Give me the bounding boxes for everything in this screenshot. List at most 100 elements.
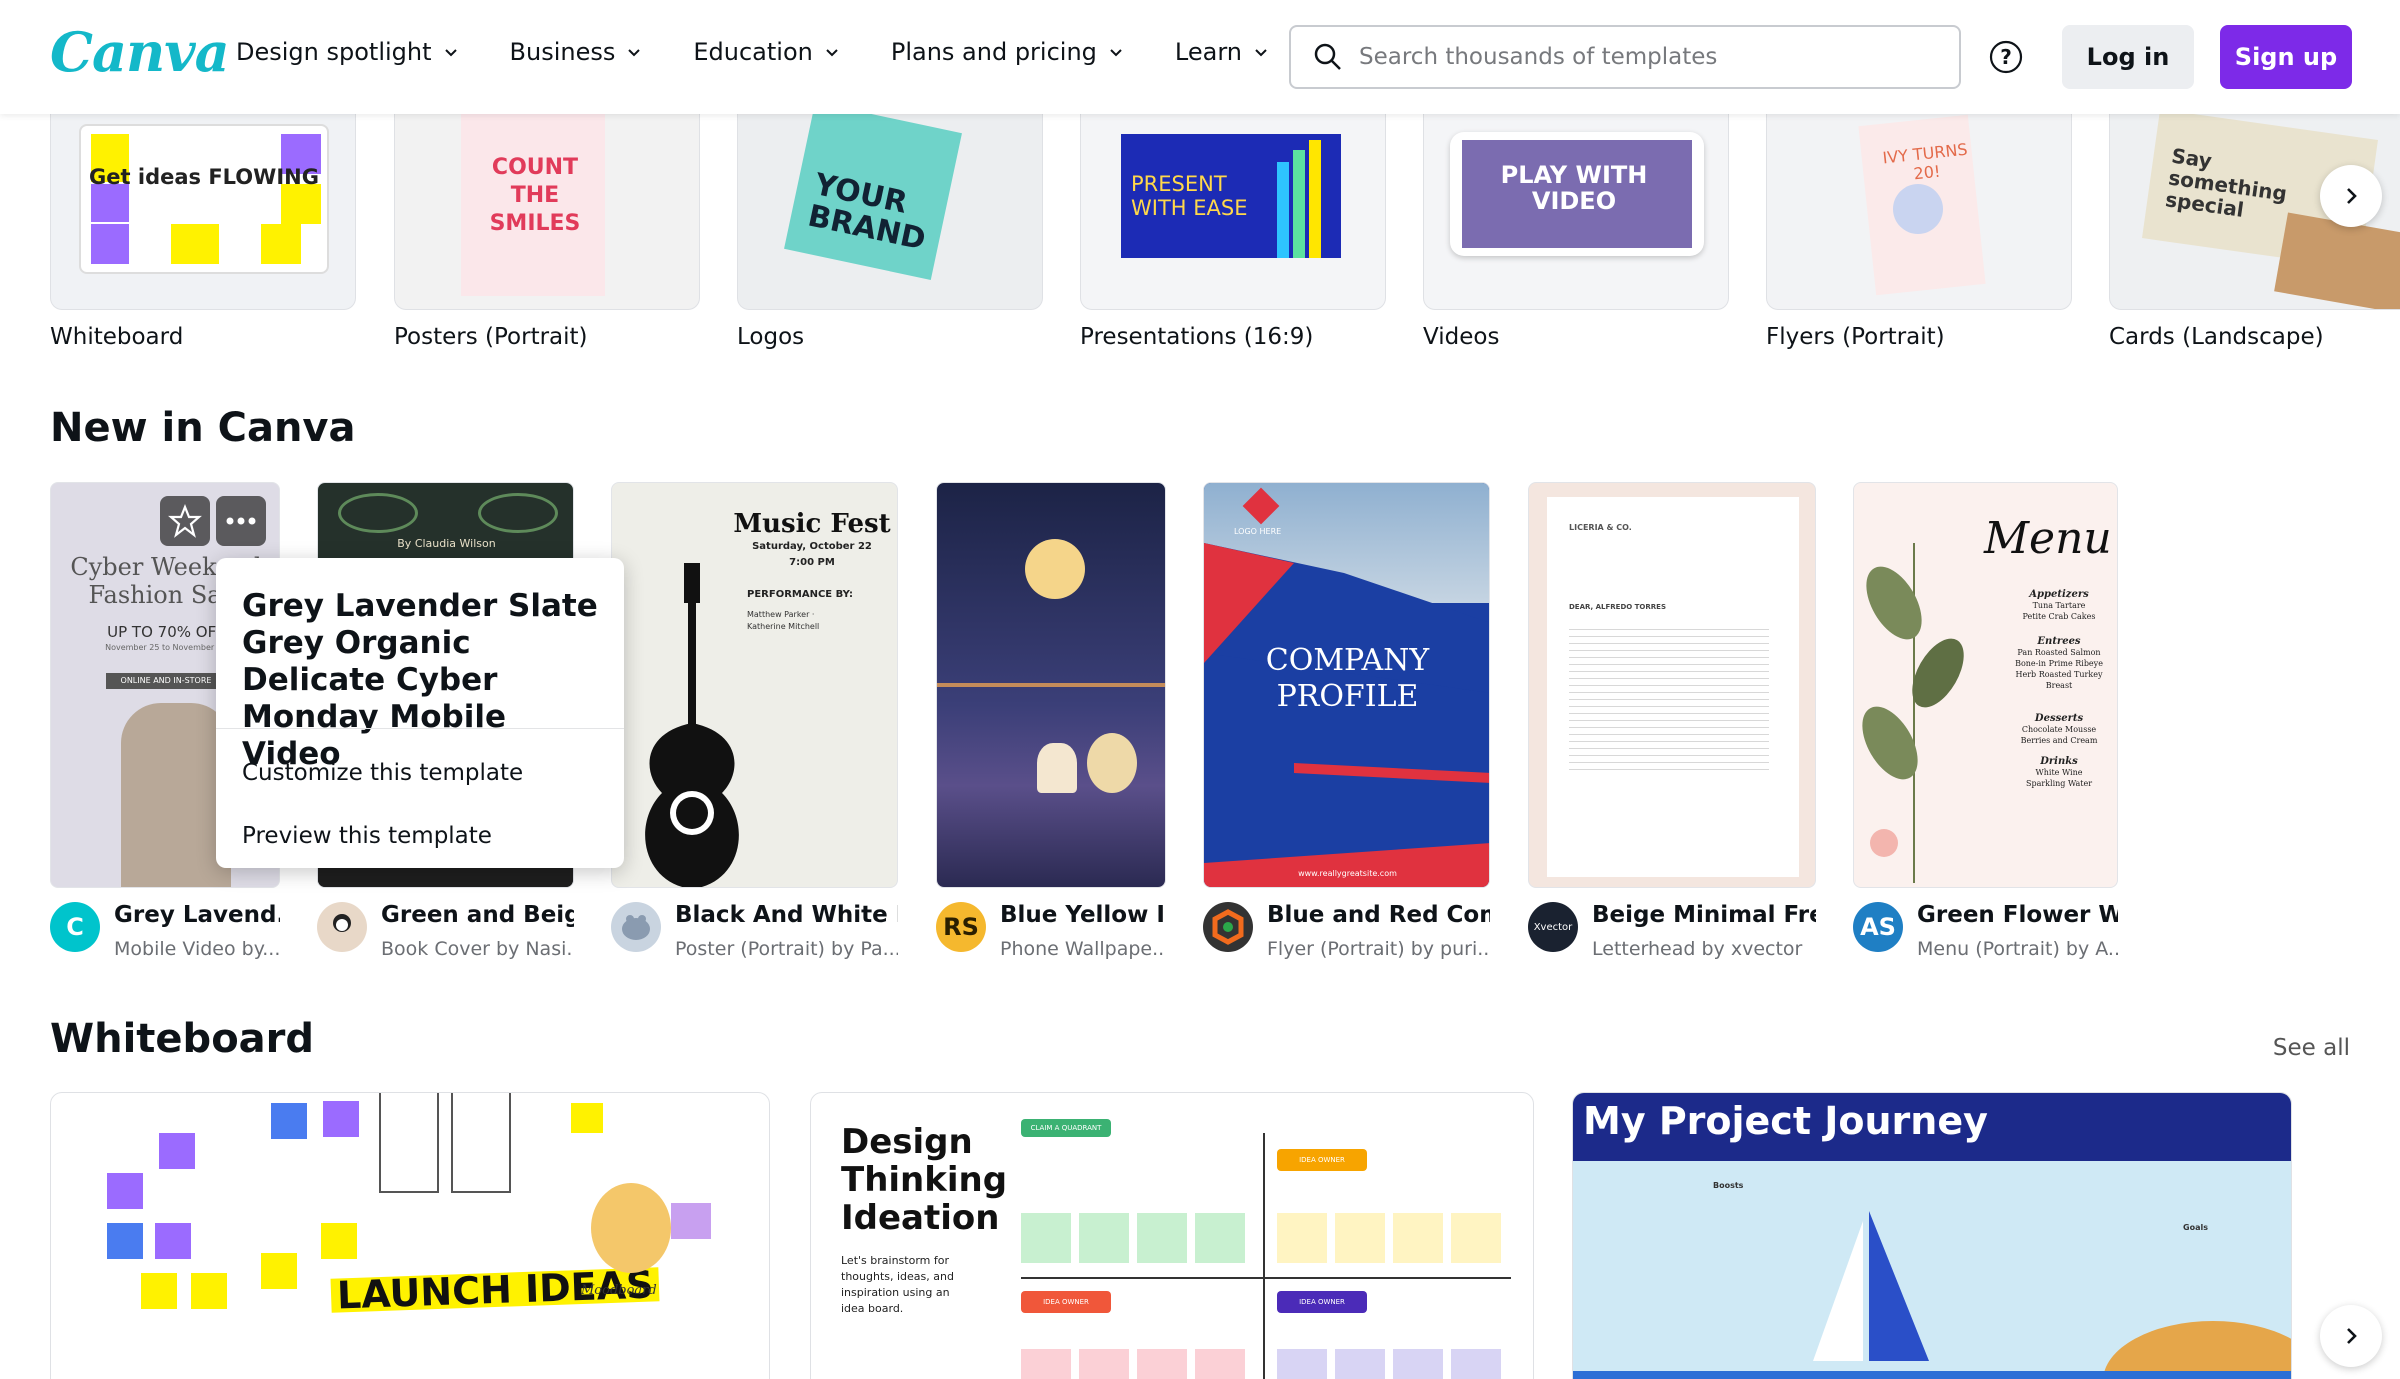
quadrant-tag: IDEA OWNER	[1021, 1291, 1111, 1313]
nav-design-spotlight[interactable]: Design spotlight	[236, 38, 460, 66]
nav-business[interactable]: Business	[510, 38, 644, 66]
carousel-next-button[interactable]	[2320, 165, 2382, 227]
category-label: Logos	[737, 324, 805, 350]
menu-heading: Desserts	[2034, 713, 2084, 724]
nav-plans-pricing[interactable]: Plans and pricing	[891, 38, 1125, 66]
guitar-illustration	[645, 563, 739, 887]
creator-avatar[interactable]	[317, 902, 367, 952]
login-button[interactable]: Log in	[2062, 25, 2194, 89]
category-thumbnail: Get ideas FLOWING	[50, 114, 356, 310]
category-thumbnail: PRESENT WITH EASE	[1080, 114, 1386, 310]
template-thumb-author: By Claudia Wilson	[397, 537, 496, 550]
more-dots-icon	[226, 517, 256, 525]
template-thumbnail: Menu Appetizers Tuna Tartare Petite Crab…	[1853, 482, 2118, 888]
template-title[interactable]: Grey Lavend...	[114, 902, 280, 928]
category-thumbnail: YOUR BRAND	[737, 114, 1043, 310]
template-thumbnail: LICERIA & CO. DEAR, ALFREDO TORRES	[1528, 482, 1816, 888]
category-flyers[interactable]: IVY TURNS 20! Flyers (Portrait)	[1766, 114, 2072, 350]
template-card[interactable]: LOGO HERE COMPANY PROFILE www.reallygrea…	[1203, 482, 1490, 960]
nav-label: Plans and pricing	[890, 38, 1097, 66]
template-title[interactable]: Green Flower Wa...	[1917, 902, 2118, 928]
template-thumb-logo: LOGO HERE	[1234, 527, 1282, 536]
leaf-illustration	[1862, 543, 1964, 883]
category-label: Posters (Portrait)	[394, 324, 588, 350]
favorite-button[interactable]	[160, 496, 210, 546]
whiteboard-thumb-title: My Project Journey	[1583, 1099, 1988, 1143]
section-title-whiteboard: Whiteboard	[50, 1016, 315, 1062]
whiteboard-card[interactable]: LAUNCH IDEAS Moodboard	[50, 1092, 770, 1379]
chevron-down-icon	[826, 49, 838, 57]
help-icon[interactable]: ?	[1989, 40, 2023, 74]
nav-label: Learn	[1174, 38, 1242, 66]
see-all-link[interactable]: See all	[2273, 1035, 2350, 1061]
creator-avatar[interactable]	[611, 902, 661, 952]
category-posters[interactable]: COUNT THE SMILES Posters (Portrait)	[394, 114, 700, 350]
template-title[interactable]: Blue and Red Com...	[1267, 902, 1490, 928]
template-card[interactable]: RS Blue Yellow Il... Phone Wallpape...	[936, 482, 1166, 960]
menu-heading: Appetizers	[2029, 589, 2089, 600]
preview-template-option[interactable]: Preview this template	[242, 823, 492, 849]
nav-label: Design spotlight	[236, 38, 432, 66]
template-card[interactable]: LICERIA & CO. DEAR, ALFREDO TORRES Xvect…	[1528, 482, 1816, 960]
search-input[interactable]	[1359, 44, 1919, 70]
category-label: Flyers (Portrait)	[1766, 324, 1945, 350]
template-thumb-url: www.reallygreatsite.com	[1298, 869, 1397, 878]
template-thumb-title: COMPANY PROFILE	[1265, 643, 1430, 714]
canva-logo[interactable]: Canva	[50, 20, 230, 84]
template-subtitle[interactable]: Phone Wallpape...	[1000, 938, 1166, 960]
template-subtitle[interactable]: Mobile Video by...	[114, 938, 280, 960]
section-title-new: New in Canva	[50, 405, 356, 451]
template-thumb-title: Menu	[1984, 513, 2112, 564]
carousel-next-button[interactable]	[2320, 1305, 2382, 1367]
whiteboard-thumb-title: Design Thinking Ideation	[841, 1122, 1008, 1238]
category-thumbnail: IVY TURNS 20!	[1766, 114, 2072, 310]
nav-learn[interactable]: Learn	[1175, 38, 1270, 66]
chevron-right-icon	[2347, 1328, 2357, 1344]
category-presentations[interactable]: PRESENT WITH EASE Presentations (16:9)	[1080, 114, 1386, 350]
more-options-button[interactable]	[216, 496, 266, 546]
template-subtitle[interactable]: Flyer (Portrait) by puri...	[1267, 938, 1490, 960]
category-whiteboard[interactable]: Get ideas FLOWING Whiteboard	[50, 114, 356, 350]
template-subtitle[interactable]: Poster (Portrait) by Pa...	[675, 938, 898, 960]
creator-avatar[interactable]: C	[50, 902, 100, 952]
menu-item: Bone-in Prime Ribeye	[2015, 659, 2103, 668]
template-thumb-badge: PERFORMANCE BY:	[747, 589, 854, 600]
quadrant-tag: IDEA OWNER	[1277, 1291, 1367, 1313]
menu-heading: Drinks	[2040, 756, 2078, 767]
template-subtitle[interactable]: Letterhead by xvector	[1592, 938, 1816, 960]
whiteboard-thumb-sub: Let's brainstorm for thoughts, ideas, an…	[841, 1254, 954, 1315]
creator-avatar[interactable]: RS	[936, 902, 986, 952]
template-subtitle[interactable]: Book Cover by Nasi...	[381, 938, 574, 960]
category-thumb-text: PRESENT WITH EASE	[1131, 172, 1248, 220]
nav-label: Business	[509, 38, 616, 66]
chevron-down-icon	[628, 49, 641, 57]
menu-item: Pan Roasted Salmon	[2017, 648, 2101, 657]
category-thumbnail: COUNT THE SMILES	[394, 114, 700, 310]
signup-button[interactable]: Sign up	[2220, 25, 2352, 89]
creator-avatar[interactable]	[1203, 902, 1253, 952]
whiteboard-card[interactable]: My Project Journey Boosts Goals	[1572, 1092, 2292, 1379]
category-label: Cards (Landscape)	[2109, 324, 2324, 350]
template-card[interactable]: Menu Appetizers Tuna Tartare Petite Crab…	[1853, 482, 2118, 960]
nav-education[interactable]: Education	[693, 38, 840, 66]
category-thumb-text: COUNT THE SMILES	[489, 155, 581, 236]
category-logos[interactable]: YOUR BRAND Logos	[737, 114, 1043, 350]
menu-item: White Wine	[2035, 768, 2083, 777]
template-title[interactable]: Blue Yellow Il...	[1000, 902, 1166, 928]
category-thumbnail: PLAY WITH VIDEO	[1423, 114, 1729, 310]
customize-template-option[interactable]: Customize this template	[242, 760, 523, 786]
template-card[interactable]: Music Fest Saturday, October 22 7:00 PM …	[611, 482, 898, 960]
category-cards[interactable]: Say something special Cards (Landscape)	[2109, 114, 2400, 350]
category-videos[interactable]: PLAY WITH VIDEO Videos	[1423, 114, 1729, 350]
template-title[interactable]: Beige Minimal Free...	[1592, 902, 1816, 928]
popup-divider	[216, 728, 624, 729]
whiteboard-card[interactable]: Design Thinking Ideation Let's brainstor…	[810, 1092, 1534, 1379]
user-avatar-icon	[333, 914, 351, 932]
creator-avatar[interactable]: AS	[1853, 902, 1903, 952]
menu-item: Herb Roasted Turkey Breast	[2015, 670, 2103, 690]
template-subtitle[interactable]: Menu (Portrait) by A...	[1917, 938, 2118, 960]
template-title[interactable]: Black And White M...	[675, 902, 898, 928]
creator-avatar[interactable]: Xvector	[1528, 902, 1578, 952]
chevron-down-icon	[1255, 49, 1267, 57]
template-title[interactable]: Green and Beig...	[381, 902, 574, 928]
